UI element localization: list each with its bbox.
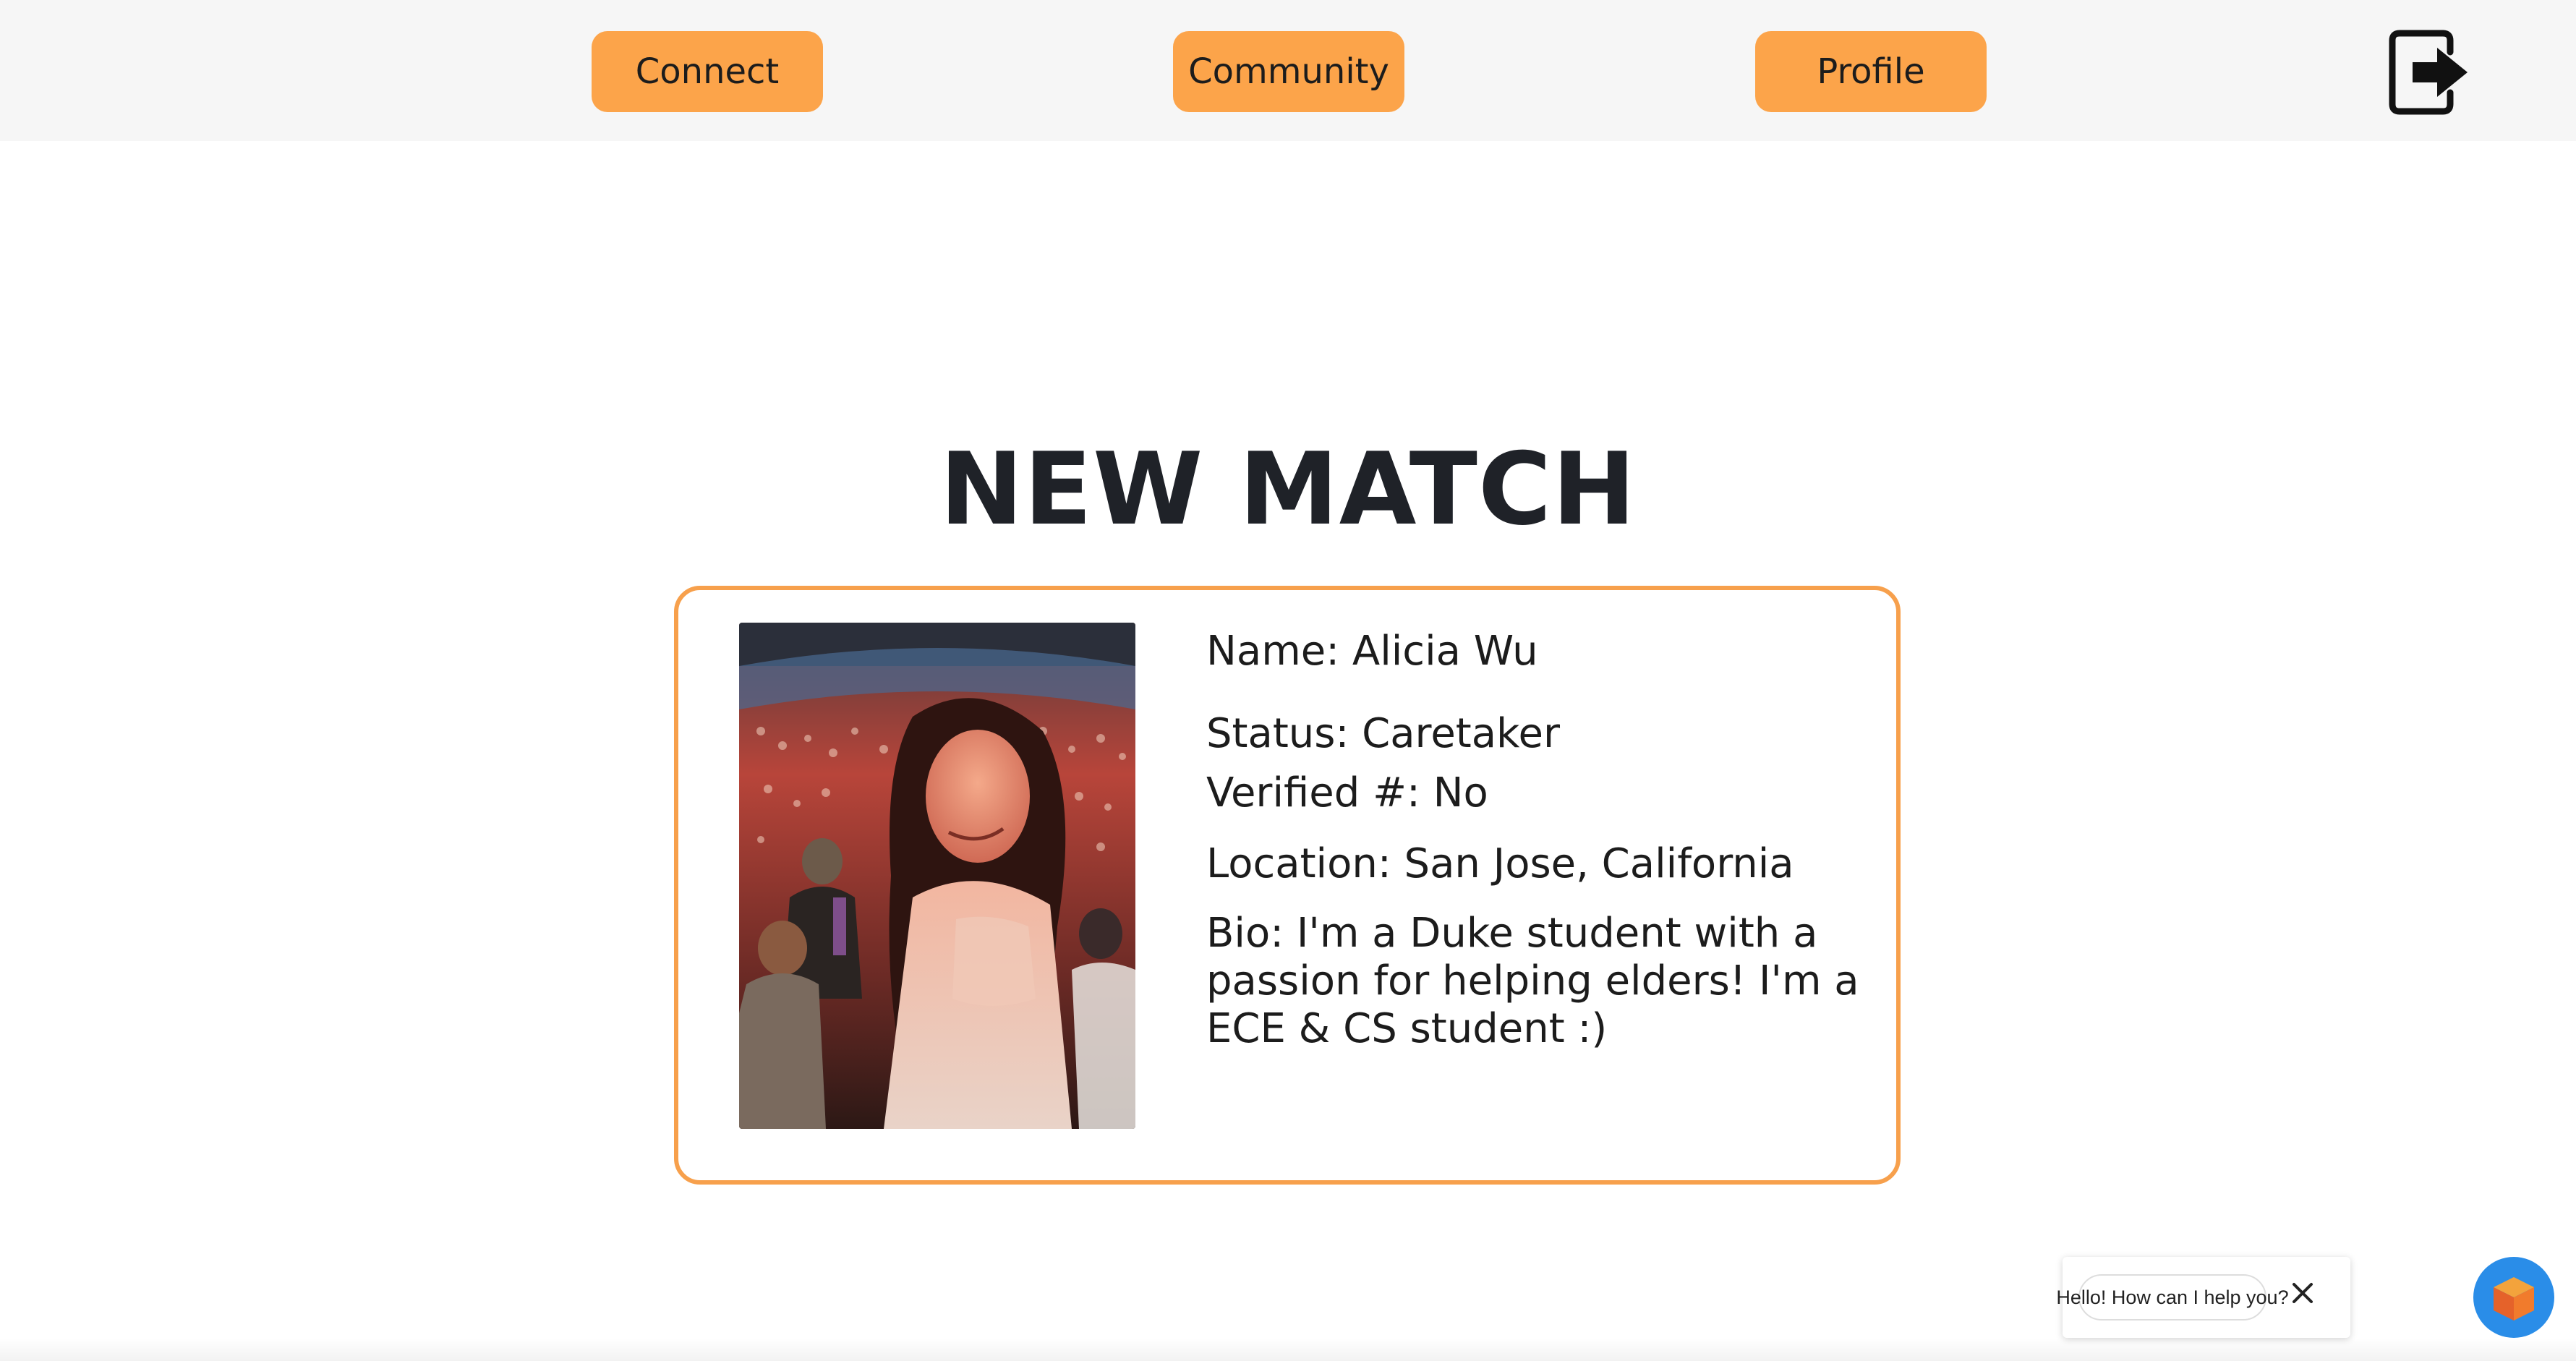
chat-greeting[interactable]: Hello! How can I help you? — [2056, 1274, 2289, 1321]
match-location: Location: San Jose, California — [1206, 840, 1794, 887]
match-name: Name: Alicia Wu — [1206, 628, 1538, 675]
logout-icon[interactable] — [2387, 26, 2476, 119]
connect-button[interactable]: Connect — [592, 31, 823, 112]
match-bio: Bio: I'm a Duke student with a passion f… — [1206, 910, 1859, 1052]
chat-launcher-button[interactable] — [2473, 1257, 2554, 1338]
page-title: NEW MATCH — [939, 431, 1637, 547]
profile-photo — [739, 623, 1135, 1129]
chat-popup: Hello! How can I help you? — [2056, 1257, 2350, 1338]
match-card: Name: Alicia Wu Status: Caretaker Verifi… — [674, 586, 1901, 1185]
community-button[interactable]: Community — [1173, 31, 1404, 112]
bottom-shadow — [0, 1338, 2576, 1361]
page: Connect Community Profile NEW MATCH Name… — [0, 0, 2576, 1361]
chat-cube-icon — [2494, 1277, 2534, 1321]
close-icon[interactable] — [2288, 1279, 2317, 1307]
profile-button[interactable]: Profile — [1755, 31, 1987, 112]
top-nav: Connect Community Profile — [0, 0, 2576, 141]
match-verified: Verified #: No — [1206, 769, 1488, 816]
match-status: Status: Caretaker — [1206, 710, 1560, 757]
